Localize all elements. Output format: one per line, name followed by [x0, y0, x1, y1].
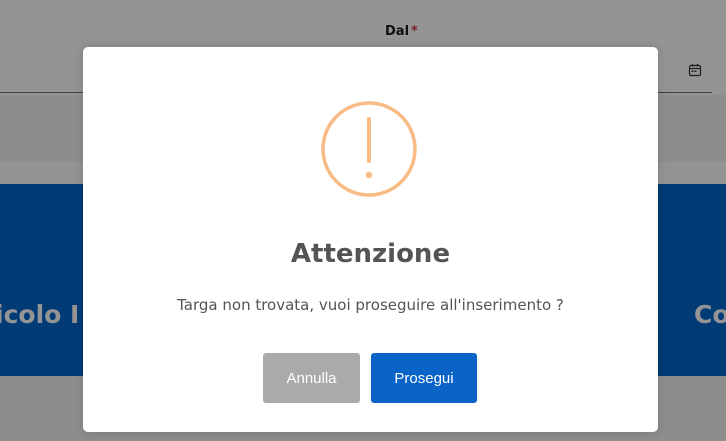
page: Dal * icolo I Co Attenzione Targa non tro… — [0, 0, 726, 441]
confirm-button[interactable]: Prosegui — [371, 353, 477, 403]
alert-dialog: Attenzione Targa non trovata, vuoi prose… — [83, 47, 658, 432]
warning-exclamation-icon — [321, 101, 417, 197]
cancel-button[interactable]: Annulla — [263, 353, 360, 403]
dialog-message: Targa non trovata, vuoi proseguire all'i… — [177, 296, 564, 314]
dialog-title: Attenzione — [290, 239, 451, 269]
